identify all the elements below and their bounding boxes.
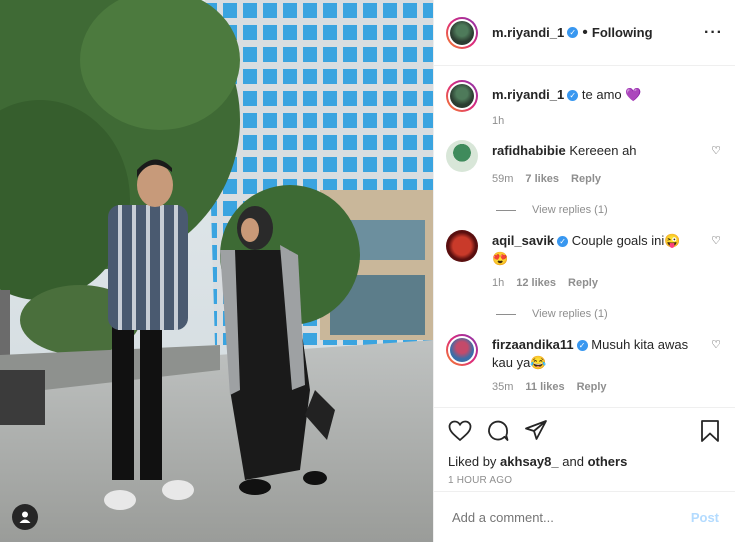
author-info: m.riyandi_1 ✓ • Following (492, 24, 653, 42)
commenter-avatar[interactable] (446, 230, 478, 262)
reply-button[interactable]: Reply (568, 277, 598, 289)
instagram-post-window: m.riyandi_1 ✓ • Following ··· m.riyandi_… (0, 0, 735, 542)
comment: rafidhabibie Kereeen ah 59m 7 likes Reply … (446, 140, 723, 188)
post-side-panel: m.riyandi_1 ✓ • Following ··· m.riyandi_… (433, 0, 735, 542)
view-replies-label[interactable]: View replies (1) (532, 204, 608, 216)
like-heart-icon[interactable] (448, 420, 472, 442)
comment-text-line2: kau ya😂 (492, 355, 547, 370)
author-avatar[interactable] (446, 16, 478, 49)
caption-emoji: 💜 (625, 87, 642, 102)
liked-by-prefix: Liked by (448, 454, 497, 469)
liked-by-user[interactable]: akhsay8_ (500, 454, 559, 469)
add-comment-input[interactable] (450, 508, 691, 526)
comment-text-line2: 😍 (492, 251, 509, 266)
commenter-avatar[interactable] (446, 140, 478, 172)
author-username[interactable]: m.riyandi_1 (492, 25, 564, 40)
verified-badge-icon: ✓ (567, 90, 579, 102)
verified-badge-icon: ✓ (576, 340, 588, 352)
post-actions: Liked by akhsay8_ and others 1 HOUR AGO (434, 407, 735, 486)
comment-text: Couple goals ini😜 (571, 233, 681, 248)
comment-time: 35m (492, 381, 514, 393)
action-icons (448, 416, 721, 446)
user-icon (19, 511, 31, 523)
reply-button[interactable]: Reply (571, 173, 601, 185)
comment: firzaandika11 ✓ Musuh kita awas kau ya😂 3… (446, 334, 723, 396)
like-comment-icon[interactable]: ♡ (709, 144, 723, 188)
add-comment-bar: Post (434, 491, 735, 542)
verified-badge-icon: ✓ (557, 236, 569, 248)
share-direct-icon[interactable] (524, 419, 548, 443)
liked-by: Liked by akhsay8_ and others (448, 454, 721, 469)
comment-likes[interactable]: 12 likes (516, 277, 556, 289)
comment-text: Musuh kita awas (591, 337, 689, 352)
more-options-icon[interactable]: ··· (704, 24, 723, 42)
comment: aqil_savik ✓ Couple goals ini😜 😍 1h 12 lik… (446, 230, 723, 292)
liked-by-others[interactable]: others (588, 454, 628, 469)
caption-time: 1h (492, 115, 505, 127)
caption-text: te amo (581, 87, 622, 102)
like-comment-icon[interactable]: ♡ (709, 234, 723, 292)
post-timestamp: 1 HOUR AGO (448, 475, 513, 486)
reply-button[interactable]: Reply (577, 381, 607, 393)
separator-dot: • (582, 23, 588, 41)
comment-bubble-icon[interactable] (486, 419, 510, 443)
photo-scene (0, 0, 433, 542)
following-button[interactable]: Following (592, 25, 653, 40)
post-comment-button[interactable]: Post (691, 510, 719, 525)
comment-time: 1h (492, 277, 505, 289)
comment-time: 59m (492, 173, 514, 185)
view-replies-label[interactable]: View replies (1) (532, 308, 608, 320)
caption-avatar[interactable] (446, 80, 478, 112)
commenter-avatar[interactable] (446, 334, 478, 366)
caption: m.riyandi_1 ✓ te amo 💜 1h (446, 80, 723, 130)
comment-username[interactable]: aqil_savik (492, 233, 554, 248)
comment-likes[interactable]: 11 likes (525, 381, 564, 393)
comment-username[interactable]: rafidhabibie (492, 143, 566, 158)
like-comment-icon[interactable]: ♡ (709, 338, 723, 396)
view-replies[interactable]: View replies (1) (496, 308, 723, 320)
caption-username[interactable]: m.riyandi_1 (492, 87, 564, 102)
comment-username[interactable]: firzaandika11 (492, 337, 574, 352)
post-photo[interactable] (0, 0, 433, 542)
comment-likes[interactable]: 7 likes (525, 173, 559, 185)
comment-text: Kereeen ah (569, 143, 637, 158)
view-replies[interactable]: View replies (1) (496, 204, 723, 216)
tagged-user-button[interactable] (12, 504, 38, 530)
verified-badge-icon: ✓ (567, 27, 579, 38)
save-bookmark-icon[interactable] (699, 419, 721, 443)
liked-by-joiner: and (562, 454, 584, 469)
comments-list[interactable]: m.riyandi_1 ✓ te amo 💜 1h rafidhabibie Ke… (434, 66, 735, 407)
post-header: m.riyandi_1 ✓ • Following ··· (434, 0, 735, 66)
